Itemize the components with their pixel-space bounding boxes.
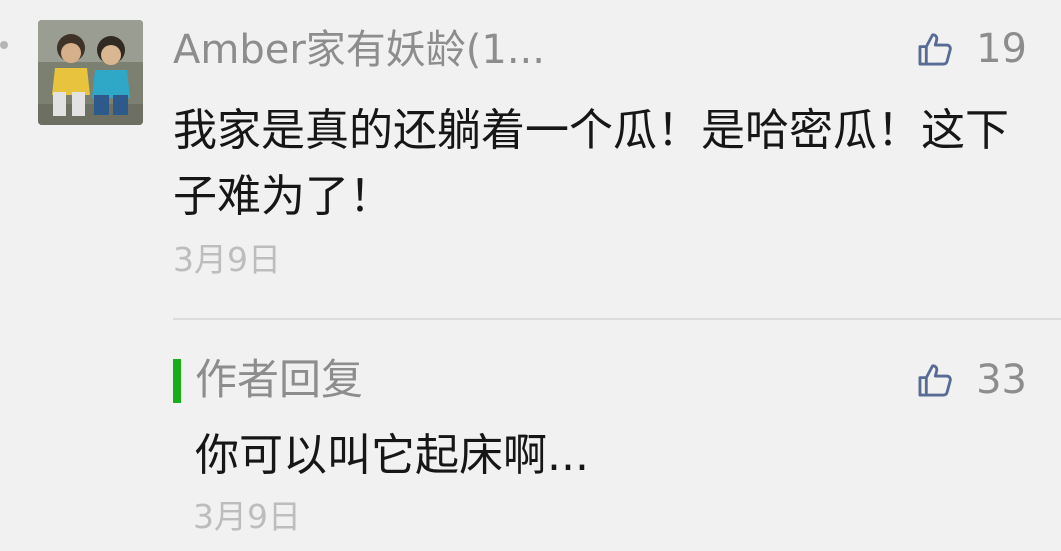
thumbs-up-icon bbox=[916, 361, 954, 399]
divider bbox=[173, 318, 1061, 320]
reply-text: 你可以叫它起床啊... bbox=[195, 430, 589, 481]
comment-author[interactable]: Amber家有妖龄(1... bbox=[173, 24, 545, 76]
reply-date: 3月9日 bbox=[193, 497, 301, 536]
reply-like-button[interactable]: 33 bbox=[916, 355, 1027, 405]
comment-text: 我家是真的还躺着一个瓜！是哈密瓜！这下子难为了！ bbox=[173, 105, 1009, 222]
comment-like-button[interactable]: 19 bbox=[916, 24, 1027, 74]
comment-date: 3月9日 bbox=[173, 240, 281, 279]
bullet-dot bbox=[0, 41, 8, 49]
reply-like-count: 33 bbox=[976, 357, 1027, 403]
thumbs-up-icon bbox=[916, 30, 954, 68]
comment-like-count: 19 bbox=[976, 26, 1027, 72]
author-reply-label: 作者回复 bbox=[195, 355, 364, 404]
avatar[interactable] bbox=[38, 20, 143, 125]
avatar-photo bbox=[38, 20, 143, 125]
reply-accent-bar bbox=[173, 359, 181, 403]
